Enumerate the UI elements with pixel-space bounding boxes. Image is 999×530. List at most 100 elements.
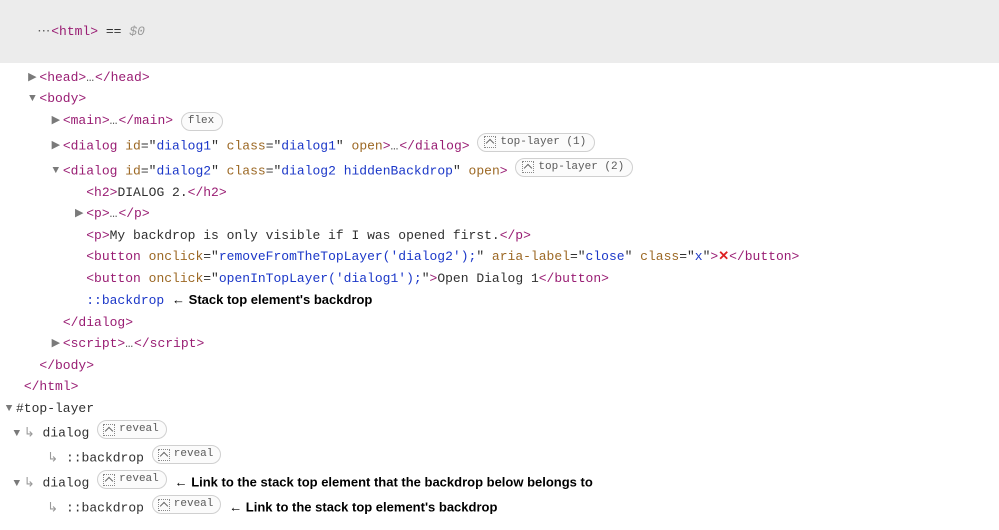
expand-arrow-icon[interactable]: ▶ <box>51 336 61 353</box>
body-close-row[interactable]: ·</body> <box>4 355 995 377</box>
reveal-badge[interactable]: reveal <box>152 495 222 514</box>
attr-open: open <box>469 163 500 178</box>
html-close-row[interactable]: ·</html> <box>4 376 995 398</box>
top-layer-2-badge[interactable]: top-layer (2) <box>515 158 633 177</box>
html-close-tag: </html> <box>24 379 79 394</box>
p-close: </p> <box>500 228 531 243</box>
reveal-icon <box>103 474 115 486</box>
collapse-arrow-icon[interactable]: ▼ <box>27 91 37 108</box>
dialog-close: </dialog> <box>399 138 469 153</box>
p-collapsed-row[interactable]: ▶<p>…</p> <box>4 203 995 225</box>
layer-icon <box>522 161 534 173</box>
onclick-open-d1-val: openInTopLayer('dialog1'); <box>219 271 422 286</box>
reveal-badge[interactable]: reveal <box>97 470 167 489</box>
flex-badge-label: flex <box>188 113 214 130</box>
body-open-tag: <body> <box>39 91 86 106</box>
dialog-open: <dialog <box>63 163 118 178</box>
close-icon: ✕ <box>718 249 729 264</box>
script-close: </script> <box>134 336 204 351</box>
expand-arrow-icon[interactable]: ▶ <box>51 138 61 155</box>
h2-text: DIALOG 2. <box>117 185 187 200</box>
annot-stack-top-backdrop: ← Stack top element's backdrop <box>172 292 372 307</box>
ellipsis: … <box>86 70 95 85</box>
flex-badge[interactable]: flex <box>181 112 223 131</box>
attr-open: open <box>352 138 383 153</box>
indent-arrow-icon: ↳ <box>47 501 58 516</box>
attr-onclick: onclick <box>149 271 204 286</box>
ellipsis-icon[interactable]: ⋯ <box>37 24 51 39</box>
annot-link-backdrop: ← Link to the stack top element's backdr… <box>229 500 497 515</box>
collapse-arrow-icon[interactable]: ▼ <box>51 163 61 180</box>
top-layer-1-label: top-layer (1) <box>500 134 586 151</box>
dialog1-class-val: dialog1 <box>281 138 336 153</box>
collapse-arrow-icon[interactable]: ▼ <box>4 401 14 418</box>
dialog-label: dialog <box>43 426 90 441</box>
dialog1-id-val: dialog1 <box>156 138 211 153</box>
reveal-icon <box>103 424 115 436</box>
backdrop-pseudo-row[interactable]: ·::backdrop ← Stack top element's backdr… <box>4 289 995 312</box>
top-layer-backdrop1-row[interactable]: ·↳ ::backdrop reveal <box>4 444 995 469</box>
button-open-d1-row[interactable]: ·<button onclick="openInTopLayer('dialog… <box>4 268 995 290</box>
main-close: </main> <box>118 113 173 128</box>
reveal-badge[interactable]: reveal <box>152 445 222 464</box>
collapse-arrow-icon[interactable]: ▼ <box>12 426 22 443</box>
aria-close-val: close <box>586 249 625 264</box>
body-row[interactable]: ▼<body> <box>4 88 995 110</box>
h2-row[interactable]: ·<h2>DIALOG 2.</h2> <box>4 182 995 204</box>
p-open: <p> <box>86 206 109 221</box>
attr-id: id <box>125 163 141 178</box>
reveal-icon <box>158 499 170 511</box>
layer-icon <box>484 136 496 148</box>
reveal-label: reveal <box>174 446 214 463</box>
backdrop-label: ::backdrop <box>66 451 144 466</box>
h2-close: </h2> <box>188 185 227 200</box>
top-layer-dialog1-row[interactable]: ▼↳ dialog reveal <box>4 419 995 444</box>
top-layer-dialog2-row[interactable]: ▼↳ dialog reveal ← Link to the stack top… <box>4 469 995 494</box>
reveal-label: reveal <box>119 421 159 438</box>
main-row[interactable]: ▶<main>…</main> flex <box>4 110 995 132</box>
top-layer-backdrop2-row[interactable]: ·↳ ::backdrop reveal ← Link to the stack… <box>4 494 995 519</box>
button-close: </button> <box>729 249 799 264</box>
body-close-tag: </body> <box>39 358 94 373</box>
head-close-tag: </head> <box>95 70 150 85</box>
dialog2-class-val: dialog2 hiddenBackdrop <box>281 163 453 178</box>
indent-arrow-icon: ↳ <box>24 476 35 491</box>
attr-class: class <box>227 163 266 178</box>
expand-arrow-icon[interactable]: ▶ <box>74 206 84 223</box>
expand-arrow-icon[interactable]: ▶ <box>27 70 37 87</box>
btn-x-class-val: x <box>695 249 703 264</box>
top-layer-root-row[interactable]: ▼#top-layer <box>4 398 995 420</box>
p-open: <p> <box>86 228 109 243</box>
head-row[interactable]: ▶<head>…</head> <box>4 67 995 89</box>
dom-breadcrumb: ⋯<html> == $0 <box>0 0 999 63</box>
ellipsis: … <box>125 336 134 351</box>
dialog2-row[interactable]: ▼<dialog id="dialog2" class="dialog2 hid… <box>4 157 995 182</box>
attr-onclick: onclick <box>149 249 204 264</box>
main-open: <main> <box>63 113 110 128</box>
button-close: </button> <box>539 271 609 286</box>
reveal-badge[interactable]: reveal <box>97 420 167 439</box>
h2-open: <h2> <box>86 185 117 200</box>
collapse-arrow-icon[interactable]: ▼ <box>12 476 22 493</box>
dialog1-row[interactable]: ▶<dialog id="dialog1" class="dialog1" op… <box>4 132 995 157</box>
equals-text: == <box>106 24 122 39</box>
p-backdrop-text: My backdrop is only visible if I was ope… <box>110 228 500 243</box>
button-close-row[interactable]: ·<button onclick="removeFromTheTopLayer(… <box>4 246 995 268</box>
backdrop-pseudo: ::backdrop <box>86 293 164 308</box>
attr-class: class <box>227 138 266 153</box>
dialog2-close-row[interactable]: ·</dialog> <box>4 312 995 334</box>
html-tag[interactable]: <html> <box>51 24 98 39</box>
attr-aria-label: aria-label <box>492 249 570 264</box>
indent-arrow-icon: ↳ <box>24 426 35 441</box>
button-open: <button <box>86 249 141 264</box>
reveal-label: reveal <box>119 471 159 488</box>
top-layer-1-badge[interactable]: top-layer (1) <box>477 133 595 152</box>
dom-tree[interactable]: ▶<head>…</head> ▼<body> ▶<main>…</main> … <box>0 63 999 530</box>
expand-arrow-icon[interactable]: ▶ <box>51 113 61 130</box>
bracket-close: > <box>500 163 508 178</box>
p-backdrop-row[interactable]: ·<p>My backdrop is only visible if I was… <box>4 225 995 247</box>
dollar-zero: $0 <box>129 24 145 39</box>
script-row[interactable]: ▶<script>…</script> <box>4 333 995 355</box>
dialog2-id-val: dialog2 <box>156 163 211 178</box>
top-layer-2-label: top-layer (2) <box>538 159 624 176</box>
